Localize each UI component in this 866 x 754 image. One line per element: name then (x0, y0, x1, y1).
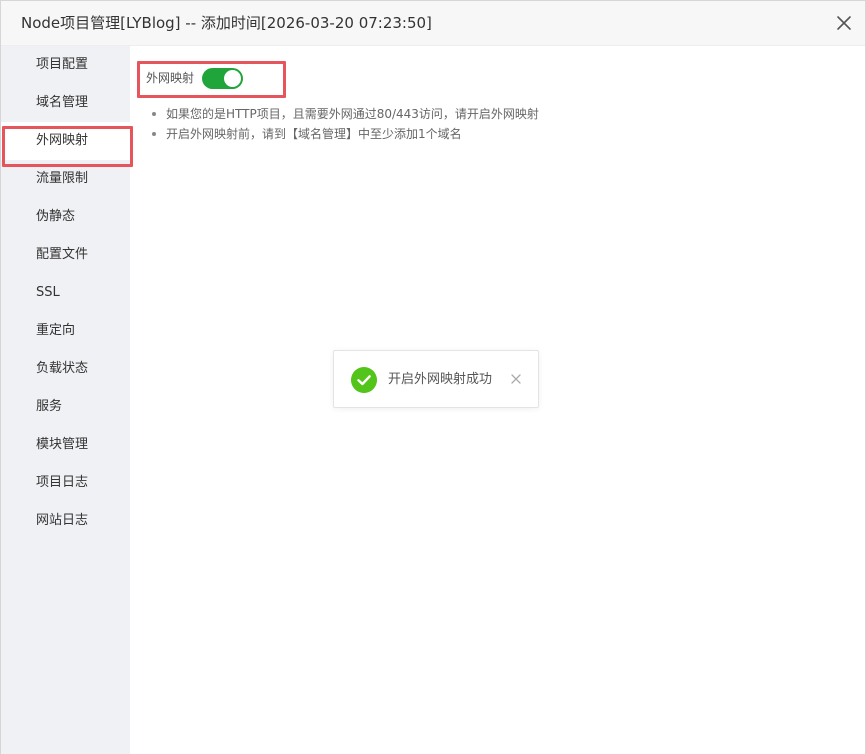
sidebar-item-label: 重定向 (36, 323, 76, 338)
sidebar-item-load-status[interactable]: 负载状态 (1, 350, 130, 388)
sidebar-item-label: 服务 (36, 399, 63, 414)
sidebar-item-label: 网站日志 (36, 513, 89, 528)
toggle-label: 外网映射 (146, 71, 195, 85)
sidebar-item-label: SSL (36, 285, 60, 300)
sidebar-item-label: 模块管理 (36, 437, 89, 452)
sidebar-item-module-management[interactable]: 模块管理 (1, 426, 130, 464)
success-toast: 开启外网映射成功 (333, 350, 539, 408)
sidebar: 项目配置 域名管理 外网映射 流量限制 伪静态 配置文件 SSL 重定向 负载状… (1, 46, 130, 754)
sidebar-item-label: 伪静态 (36, 209, 76, 224)
sidebar-item-redirect[interactable]: 重定向 (1, 312, 130, 350)
sidebar-item-ssl[interactable]: SSL (1, 274, 130, 312)
sidebar-item-label: 外网映射 (36, 133, 89, 148)
sidebar-item-config-file[interactable]: 配置文件 (1, 236, 130, 274)
tip-item: 开启外网映射前，请到【域名管理】中至少添加1个域名 (150, 124, 539, 144)
sidebar-item-label: 项目配置 (36, 57, 89, 72)
sidebar-item-label: 流量限制 (36, 171, 89, 186)
dialog-titlebar: Node项目管理[LYBlog] -- 添加时间[2026-03-20 07:2… (1, 1, 865, 46)
project-dialog: Node项目管理[LYBlog] -- 添加时间[2026-03-20 07:2… (0, 0, 866, 754)
sidebar-item-external-mapping[interactable]: 外网映射 (1, 122, 130, 160)
tips-list: 如果您的是HTTP项目，且需要外网通过80/443访问，请开启外网映射 开启外网… (150, 104, 539, 144)
toast-message: 开启外网映射成功 (388, 372, 493, 387)
check-circle-icon (351, 367, 377, 393)
sidebar-item-label: 域名管理 (36, 95, 89, 110)
tip-item: 如果您的是HTTP项目，且需要外网通过80/443访问，请开启外网映射 (150, 104, 539, 124)
sidebar-item-traffic-limit[interactable]: 流量限制 (1, 160, 130, 198)
sidebar-item-project-log[interactable]: 项目日志 (1, 464, 130, 502)
sidebar-item-label: 项目日志 (36, 475, 89, 490)
sidebar-item-label: 负载状态 (36, 361, 89, 376)
dialog-title: Node项目管理[LYBlog] -- 添加时间[2026-03-20 07:2… (21, 14, 432, 32)
sidebar-item-rewrite[interactable]: 伪静态 (1, 198, 130, 236)
close-icon (837, 16, 851, 30)
sidebar-item-label: 配置文件 (36, 247, 89, 262)
external-mapping-switch[interactable] (202, 67, 244, 89)
external-mapping-toggle-row: 外网映射 (146, 67, 244, 89)
sidebar-item-service[interactable]: 服务 (1, 388, 130, 426)
switch-knob (224, 69, 242, 87)
sidebar-item-project-config[interactable]: 项目配置 (1, 46, 130, 84)
sidebar-item-site-log[interactable]: 网站日志 (1, 502, 130, 540)
toast-close-icon[interactable] (509, 372, 523, 386)
close-button[interactable] (833, 12, 855, 34)
sidebar-item-domain-management[interactable]: 域名管理 (1, 84, 130, 122)
